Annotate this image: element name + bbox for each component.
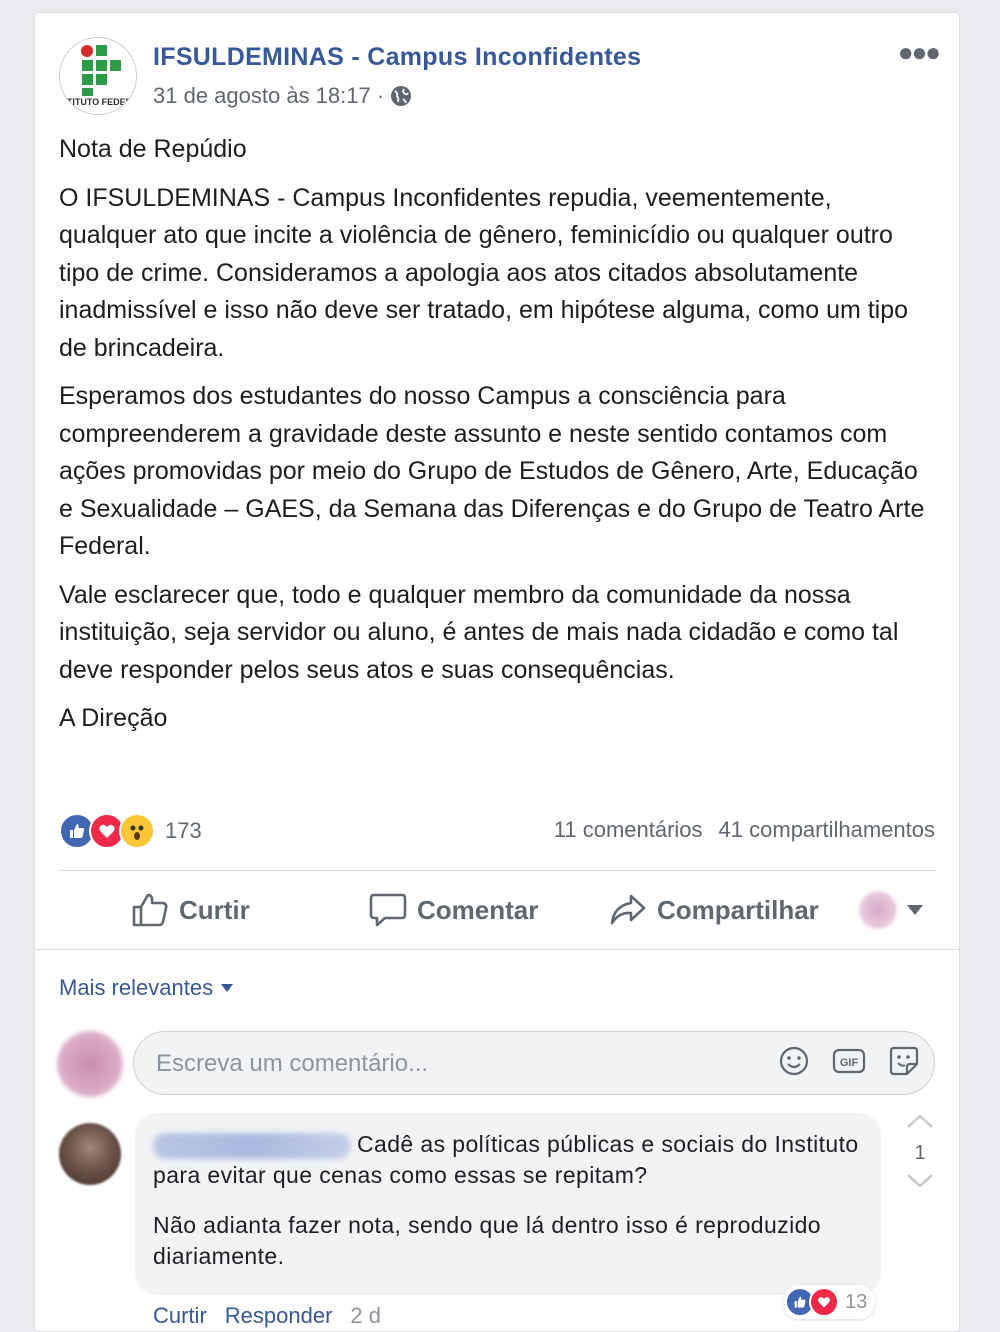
post-paragraph-1: O IFSULDEMINAS - Campus Inconfidentes re… [59, 183, 909, 362]
comment-age[interactable]: 2 d [350, 1303, 381, 1329]
thumbs-up-icon [132, 893, 168, 927]
comment-reaction-summary[interactable]: 13 [783, 1285, 876, 1319]
comment-like-link[interactable]: Curtir [153, 1303, 207, 1329]
comment-reaction-count: 13 [845, 1290, 868, 1313]
chevron-down-icon[interactable] [906, 1173, 934, 1189]
if-logo-icon: INSTITUTO FEDERAL [60, 45, 136, 107]
emoji-icon[interactable] [778, 1045, 810, 1077]
gif-icon[interactable]: GIF [832, 1046, 866, 1076]
comment-composer[interactable]: GIF [133, 1031, 935, 1095]
caret-down-icon [221, 984, 234, 992]
logo-text: INSTITUTO FEDERAL [60, 97, 136, 107]
reaction-count: 173 [165, 818, 202, 843]
comments-count-link[interactable]: 11 comentários [554, 817, 703, 843]
share-label: Compartilhar [657, 894, 819, 925]
share-icon [610, 894, 646, 925]
reaction-summary[interactable]: 173 [59, 813, 202, 849]
vote-count: 1 [914, 1142, 926, 1164]
viewer-selector[interactable] [859, 891, 923, 929]
viewer-avatar [859, 891, 897, 929]
commenter-name[interactable] [153, 1132, 351, 1159]
wow-reaction-icon [119, 813, 155, 849]
post-card: INSTITUTO FEDERAL IFSULDEMINAS - Campus … [34, 12, 960, 1332]
more-dots-icon[interactable]: ●●● [898, 37, 941, 68]
comment-bubble: Cadê as políticas públicas e sociais do … [135, 1113, 881, 1295]
post-timestamp[interactable]: 31 de agosto às 18:17 · [153, 83, 384, 109]
comment-input[interactable] [154, 1046, 758, 1082]
comment-reply-link[interactable]: Responder [225, 1303, 333, 1329]
post-title: Nota de Repúdio [59, 135, 247, 163]
page-avatar[interactable]: INSTITUTO FEDERAL [59, 37, 137, 115]
action-bar: Curtir Comentar Compartilhar [59, 871, 937, 949]
post-stats: 11 comentários 41 compartilhamentos [554, 817, 935, 843]
post-meta: 31 de agosto às 18:17 · [153, 83, 412, 109]
comment-label: Comentar [417, 894, 539, 925]
divider [35, 949, 959, 950]
comment-icon [369, 893, 407, 927]
like-label: Curtir [179, 894, 250, 925]
comment-body: Cadê as políticas públicas e sociais do … [153, 1129, 873, 1291]
comment-votes: 1 [905, 1113, 935, 1194]
comment-actions: Curtir Responder 2 d [153, 1303, 381, 1329]
comment-text-2: Não adianta fazer nota, sendo que lá den… [153, 1212, 821, 1269]
like-button[interactable]: Curtir [131, 892, 250, 928]
page-name-link[interactable]: IFSULDEMINAS - Campus Inconfidentes [153, 43, 641, 72]
sticker-icon[interactable] [888, 1045, 920, 1077]
comment-sort-dropdown[interactable]: Mais relevantes [59, 975, 234, 1001]
chevron-up-icon[interactable] [906, 1113, 934, 1129]
post-signature: A Direção [59, 704, 168, 732]
globe-icon [391, 86, 412, 106]
svg-text:GIF: GIF [840, 1057, 859, 1069]
post-paragraph-2: Esperamos dos estudantes do nosso Campus… [59, 382, 925, 560]
caret-down-icon [907, 905, 923, 915]
post-body: Nota de Repúdio O IFSULDEMINAS - Campus … [59, 131, 929, 749]
shares-count-link[interactable]: 41 compartilhamentos [719, 817, 935, 843]
comment-button[interactable]: Comentar [369, 892, 538, 928]
composer-icons: GIF [778, 1045, 920, 1077]
post-paragraph-3: Vale esclarecer que, todo e qualquer mem… [59, 580, 899, 684]
comment-sort-label: Mais relevantes [59, 975, 214, 1000]
user-avatar[interactable] [57, 1031, 123, 1097]
love-reaction-icon [809, 1287, 839, 1317]
commenter-avatar[interactable] [59, 1123, 121, 1185]
share-button[interactable]: Compartilhar [609, 892, 819, 928]
